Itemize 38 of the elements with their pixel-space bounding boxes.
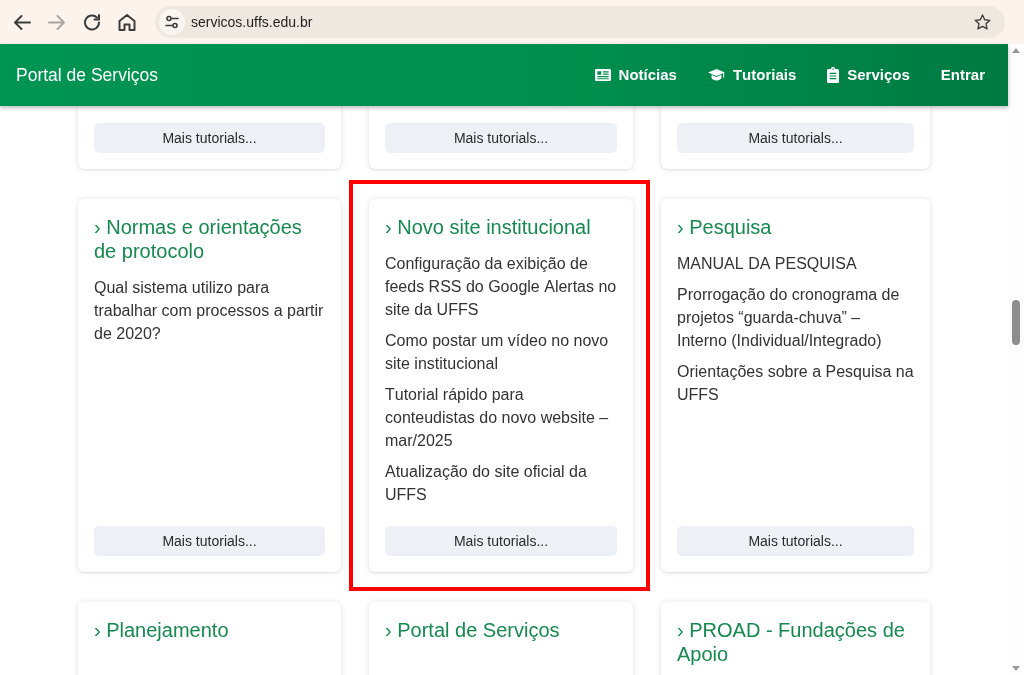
tutorial-link[interactable]: Atualização do site oficial da UFFS [385,460,617,506]
bookmark-star-icon[interactable] [974,14,991,30]
graduation-cap-icon [707,69,725,81]
more-tutorials-button[interactable]: Mais tutorials... [385,123,617,153]
nav-link[interactable]: Serviços [827,63,910,87]
tutorial-link[interactable]: Orientações sobre a Pesquisa na UFFS [677,360,914,406]
category-link[interactable]: › Normas e orientações de protocolo [94,215,325,263]
more-tutorials-button[interactable]: Mais tutorials... [677,123,914,153]
tutorial-link[interactable]: Configuração da exibição de feeds RSS do Google Alertas no site da UFFS [385,252,617,321]
more-tutorials-button[interactable]: Mais tutorials... [677,526,914,556]
brand-link[interactable]: Portal de Serviços [16,61,158,89]
nav-link[interactable]: Entrar [940,63,985,87]
more-tutorials-button[interactable]: Mais tutorials... [94,123,325,153]
address-bar[interactable]: servicos.uffs.edu.br [155,6,1005,38]
more-tutorials-button[interactable]: Mais tutorials... [94,526,325,556]
scrollbar-thumb[interactable] [1012,300,1020,345]
tutorial-link[interactable]: Qual sistema utilizo para trabalhar com processos a partir de 2020? [94,276,325,345]
scroll-up-arrow-icon[interactable] [1012,48,1020,53]
category-link[interactable]: › Planejamento [94,618,325,642]
home-icon[interactable] [118,13,136,31]
tutorial-link[interactable]: MANUAL DA PESQUISA [677,252,914,275]
reload-icon[interactable] [83,13,101,31]
category-link[interactable]: › PROAD - Fundações de Apoio [677,618,914,666]
scroll-down-arrow-icon[interactable] [1012,666,1020,671]
site-settings-sliders-icon[interactable] [159,9,185,35]
nav-link[interactable]: Notícias [594,63,677,87]
newspaper-icon [594,69,611,81]
url-text: servicos.uffs.edu.br [191,12,313,32]
nav-link[interactable]: Tutoriais [707,63,797,87]
tutorial-link[interactable]: Como postar um vídeo no novo site institucional [385,329,617,375]
tutorial-link[interactable]: Prorrogação do cronograma de projetos “guarda-chuva” – Interno (Individual/Integrado) [677,283,914,352]
tutorial-link[interactable]: Tutorial rápido para conteudistas do novo website – mar/2025 [385,383,617,452]
more-tutorials-button[interactable]: Mais tutorials... [385,526,617,556]
category-link[interactable]: › Novo site institucional [385,215,617,239]
category-link[interactable]: › Portal de Serviços [385,618,617,642]
clipboard-icon [827,67,840,83]
back-arrow-icon[interactable] [13,13,31,31]
category-link[interactable]: › Pesquisa [677,215,914,239]
